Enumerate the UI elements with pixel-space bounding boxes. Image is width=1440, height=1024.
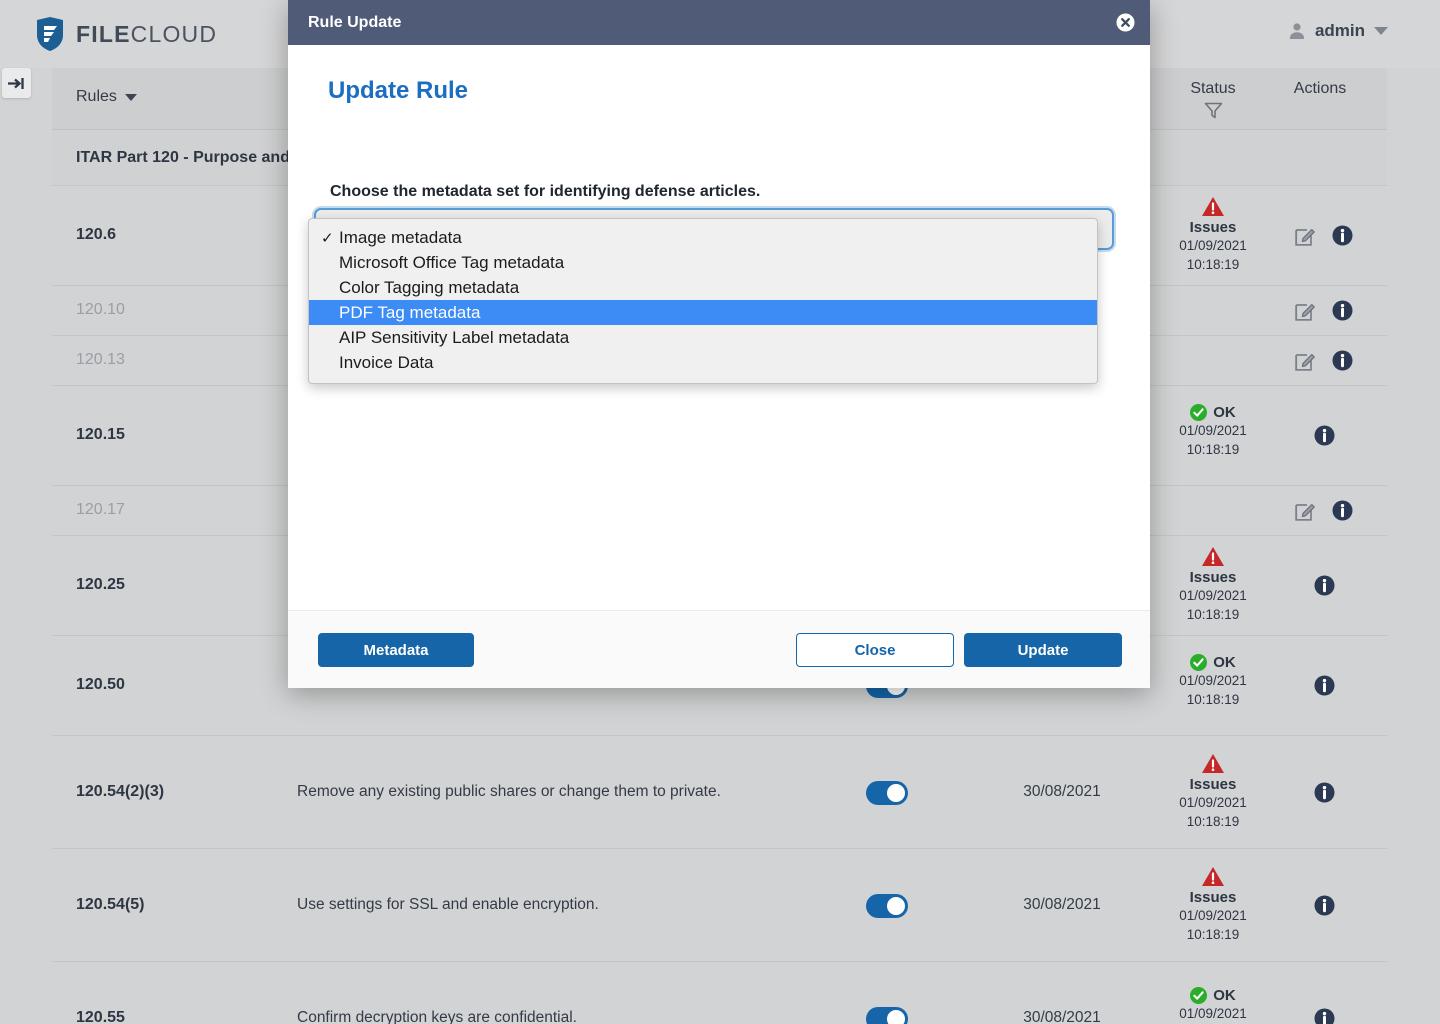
metadata-option[interactable]: Invoice Data <box>309 350 1097 375</box>
metadata-set-prompt: Choose the metadata set for identifying … <box>330 183 761 200</box>
metadata-set-select-wrapper: ✓ Image metadata Microsoft Office Tag meta… <box>308 208 1114 384</box>
metadata-set-option-list[interactable]: ✓ Image metadata Microsoft Office Tag meta… <box>308 218 1098 384</box>
metadata-option[interactable]: PDF Tag metadata <box>309 300 1097 325</box>
page-title: Update Rule <box>328 77 469 104</box>
dialog-footer: Metadata Close Update <box>288 610 1150 688</box>
metadata-option[interactable]: ✓ Image metadata <box>309 225 1097 250</box>
metadata-option-label: Microsoft Office Tag metadata <box>339 252 565 272</box>
dialog-body: Update Rule Choose the metadata set for … <box>288 45 1150 610</box>
modal-overlay: Rule Update Update Rule Choose the metad… <box>0 0 1440 1024</box>
metadata-option[interactable]: AIP Sensitivity Label metadata <box>309 325 1097 350</box>
close-circle-icon[interactable] <box>1116 13 1135 37</box>
metadata-button[interactable]: Metadata <box>318 633 474 667</box>
close-button[interactable]: Close <box>796 633 954 667</box>
metadata-option-label: Invoice Data <box>339 352 434 372</box>
rule-update-dialog: Rule Update Update Rule Choose the metad… <box>288 0 1150 688</box>
check-icon: ✓ <box>321 229 334 247</box>
metadata-option-label: PDF Tag metadata <box>339 302 481 322</box>
update-button[interactable]: Update <box>964 633 1122 667</box>
metadata-option-label: Image metadata <box>339 227 462 247</box>
screen: FILECLOUD admin Rules Status Actions ITA… <box>0 0 1440 1024</box>
metadata-option[interactable]: Microsoft Office Tag metadata <box>309 250 1097 275</box>
dialog-window-title: Rule Update <box>308 13 402 31</box>
metadata-option-label: AIP Sensitivity Label metadata <box>339 327 570 347</box>
dialog-title-bar: Rule Update <box>288 0 1150 45</box>
metadata-option-label: Color Tagging metadata <box>339 277 520 297</box>
metadata-option[interactable]: Color Tagging metadata <box>309 275 1097 300</box>
